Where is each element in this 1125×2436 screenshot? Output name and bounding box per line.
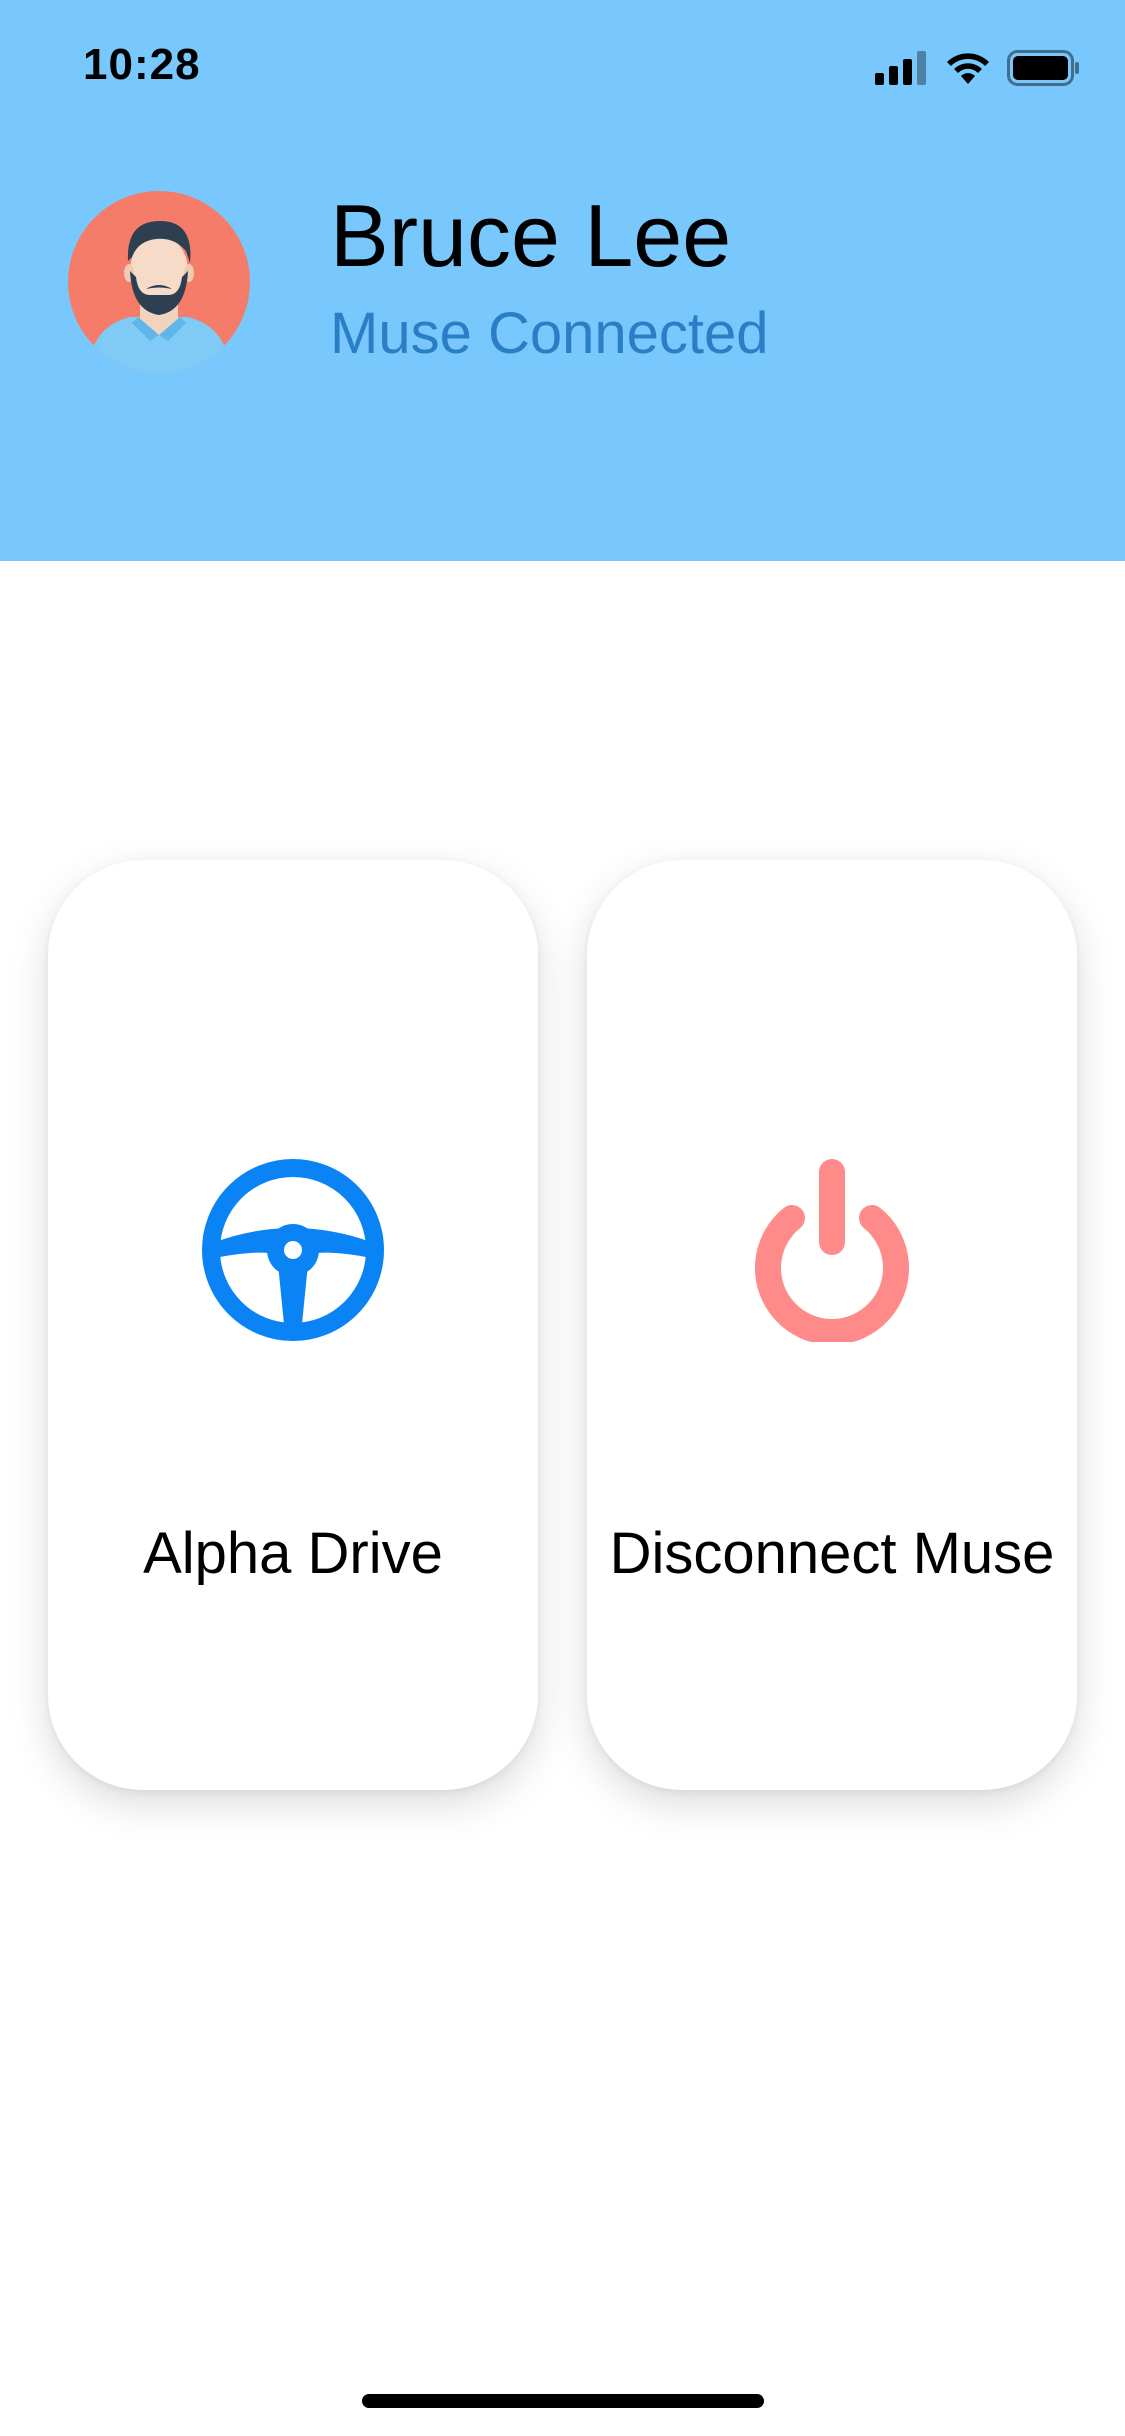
wifi-icon: [947, 53, 989, 84]
alpha-drive-card[interactable]: Alpha Drive: [48, 860, 538, 1790]
disconnect-muse-card[interactable]: Disconnect Muse: [587, 860, 1077, 1790]
status-time: 10:28: [83, 40, 201, 89]
battery-icon: [1007, 50, 1079, 86]
steering-wheel-icon: [202, 1159, 384, 1341]
cellular-signal-icon: [875, 51, 926, 85]
alpha-drive-label: Alpha Drive: [143, 1521, 443, 1586]
user-name: Bruce Lee: [330, 186, 732, 285]
power-icon: [755, 1159, 909, 1342]
home-indicator[interactable]: [362, 2394, 764, 2408]
avatar: [68, 191, 250, 373]
connection-status: Muse Connected: [330, 301, 769, 366]
status-icons: [875, 48, 1081, 88]
disconnect-muse-label: Disconnect Muse: [609, 1521, 1055, 1586]
profile-header: 10:28 Bruce Lee Muse Connected: [0, 0, 1125, 561]
